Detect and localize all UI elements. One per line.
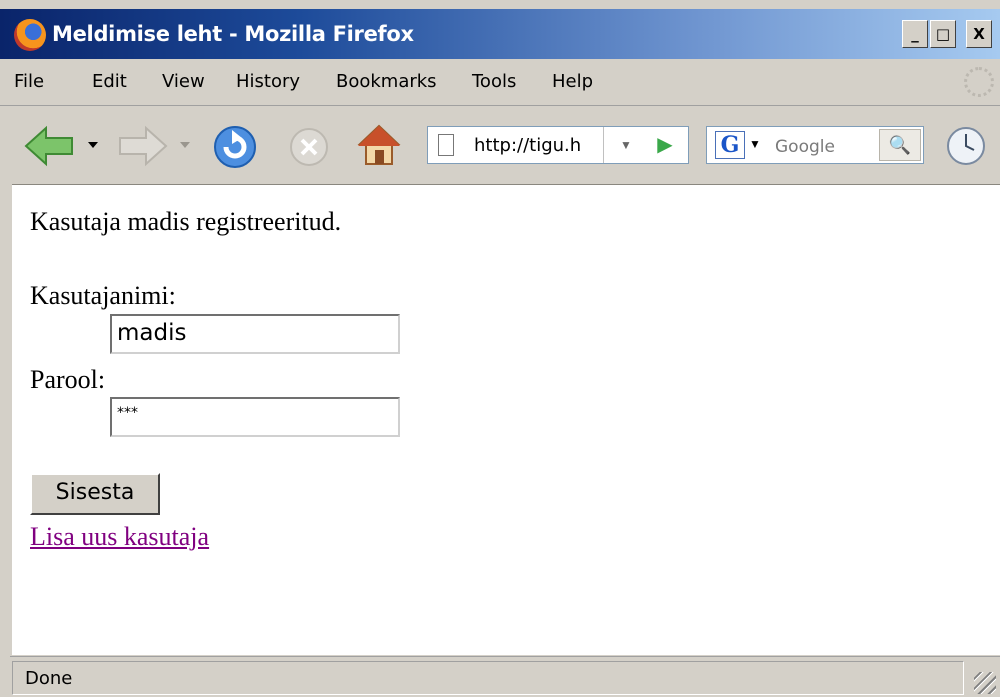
status-text: Done <box>25 668 73 689</box>
page-icon <box>438 134 454 156</box>
stop-icon[interactable] <box>288 126 330 168</box>
minimize-button[interactable]: _ <box>902 20 928 48</box>
home-icon[interactable] <box>356 122 402 168</box>
title-bar[interactable]: Meldimise leht - Mozilla Firefox _ □ X <box>0 9 1000 59</box>
menu-tools[interactable]: Tools <box>472 71 516 92</box>
firefox-logo-icon <box>14 19 46 51</box>
search-engine-logo-icon[interactable]: G <box>715 131 745 159</box>
menu-bookmarks[interactable]: Bookmarks <box>336 71 437 92</box>
history-clock-icon[interactable] <box>944 124 988 168</box>
search-input[interactable]: Google <box>775 137 835 157</box>
username-field[interactable]: madis <box>110 314 400 354</box>
close-button[interactable]: X <box>966 20 992 48</box>
url-text[interactable]: http://tigu.h <box>474 135 581 156</box>
menu-bar: File Edit View History Bookmarks Tools H… <box>0 59 1000 106</box>
reload-icon[interactable] <box>212 124 258 170</box>
throbber-icon <box>964 67 994 97</box>
password-field[interactable]: *** <box>110 397 400 437</box>
add-user-link[interactable]: Lisa uus kasutaja <box>30 522 209 552</box>
page-content: Kasutaja madis registreeritud. Kasutajan… <box>12 185 1000 655</box>
menu-file[interactable]: File <box>14 71 44 92</box>
password-label: Parool: <box>30 365 106 394</box>
username-label: Kasutajanimi: <box>30 281 176 310</box>
back-arrow-icon[interactable] <box>22 124 76 168</box>
forward-arrow-icon[interactable] <box>116 124 170 168</box>
registration-message: Kasutaja madis registreeritud. <box>30 207 342 236</box>
status-bar: Done <box>10 656 1000 697</box>
window-left-border <box>0 184 12 697</box>
go-icon[interactable]: ▶ <box>645 128 685 162</box>
search-engine-dropdown-icon[interactable]: ▼ <box>749 137 761 151</box>
url-dropdown-icon[interactable]: ▼ <box>603 127 648 163</box>
search-icon[interactable]: 🔍 <box>879 129 921 161</box>
menu-help[interactable]: Help <box>552 71 593 92</box>
forward-dropdown-icon[interactable] <box>178 140 192 150</box>
browser-window: Meldimise leht - Mozilla Firefox _ □ X F… <box>0 0 1000 697</box>
window-title: Meldimise leht - Mozilla Firefox <box>52 22 414 46</box>
maximize-button[interactable]: □ <box>930 20 956 48</box>
menu-history[interactable]: History <box>236 71 300 92</box>
menu-view[interactable]: View <box>162 71 205 92</box>
resize-grip-icon[interactable] <box>974 672 996 694</box>
back-dropdown-icon[interactable] <box>86 140 100 150</box>
status-panel: Done <box>12 661 964 695</box>
menu-edit[interactable]: Edit <box>92 71 127 92</box>
search-bar[interactable]: G ▼ Google 🔍 <box>706 126 924 164</box>
submit-button[interactable]: Sisesta <box>30 473 160 515</box>
